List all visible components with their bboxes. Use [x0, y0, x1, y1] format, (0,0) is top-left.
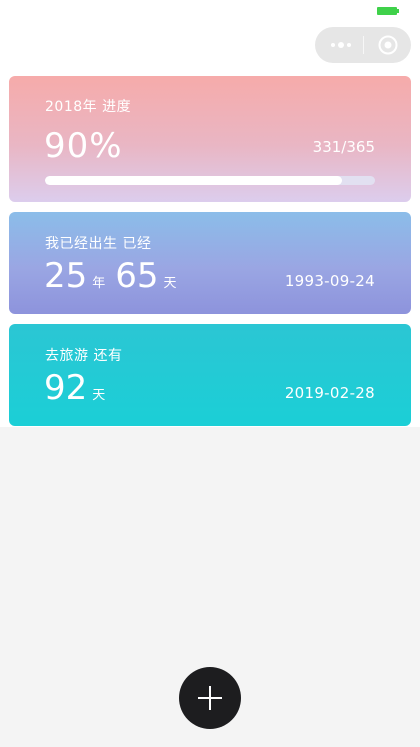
- days-count: 65: [115, 256, 159, 296]
- count-row: 92 天: [44, 368, 115, 408]
- dot: [347, 43, 351, 47]
- mini-program-capsule: [315, 27, 411, 63]
- birth-counter-card[interactable]: 我已经出生 已经 25 年 65 天 1993-09-24: [9, 212, 411, 314]
- battery-icon: [377, 7, 399, 15]
- travel-date: 2019-02-28: [284, 384, 375, 402]
- more-dots-icon[interactable]: [331, 39, 351, 51]
- capsule-divider: [363, 36, 364, 54]
- card-title: 去旅游 还有: [45, 348, 123, 364]
- add-button[interactable]: [179, 667, 241, 729]
- target-circle-icon[interactable]: [378, 35, 398, 55]
- days-count: 92: [44, 368, 88, 408]
- days-unit: 天: [163, 276, 177, 291]
- plus-icon: [198, 686, 222, 710]
- card-title: 2018年 进度: [45, 99, 132, 115]
- years-unit: 年: [92, 276, 106, 291]
- progress-percent: 90%: [44, 126, 123, 166]
- card-title: 我已经出生 已经: [45, 236, 152, 252]
- birth-date: 1993-09-24: [284, 272, 375, 290]
- count-row: 25 年 65 天: [44, 256, 187, 296]
- progress-bar: [45, 176, 375, 185]
- days-unit: 天: [92, 388, 106, 403]
- progress-bar-fill: [45, 176, 342, 185]
- progress-fraction: 331/365: [312, 138, 375, 156]
- years-count: 25: [44, 256, 88, 296]
- dot: [338, 42, 344, 48]
- dot: [331, 43, 335, 47]
- year-progress-card[interactable]: 2018年 进度 90% 331/365: [9, 76, 411, 202]
- travel-countdown-card[interactable]: 去旅游 还有 92 天 2019-02-28: [9, 324, 411, 426]
